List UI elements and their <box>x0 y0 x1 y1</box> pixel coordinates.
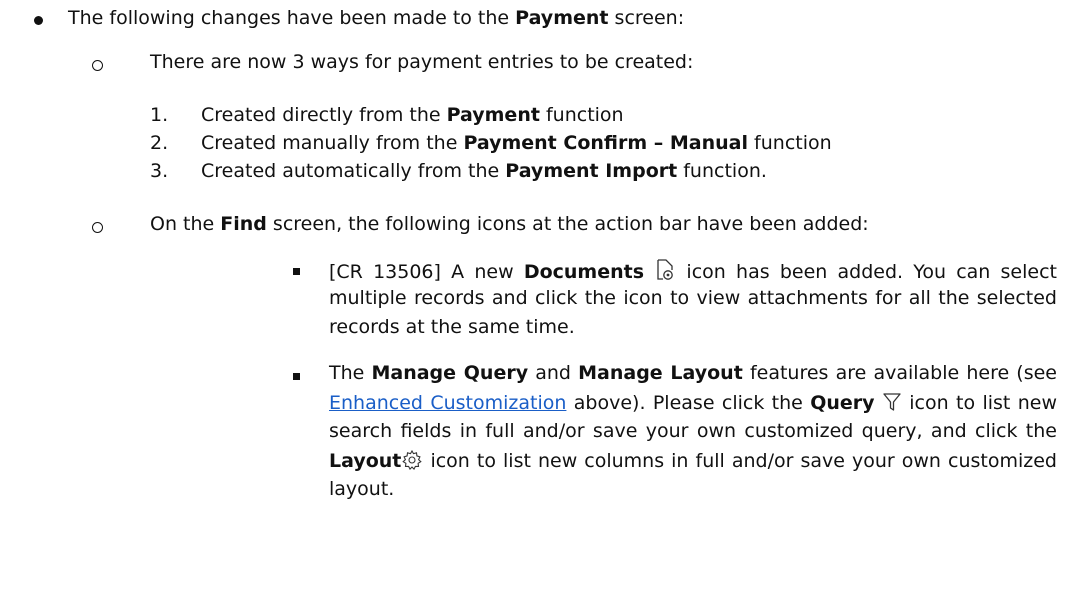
layout-bold: Layout <box>329 450 402 472</box>
list-item-number: 2. <box>150 132 169 154</box>
bullet-dot <box>34 16 43 25</box>
find-text-end: screen, the following icons at the actio… <box>266 213 869 235</box>
documents-line-1: [CR 13506] A new Documents icon has been… <box>329 258 1057 287</box>
manage-text: icon to list new <box>901 392 1058 414</box>
manage-line-2: Enhanced Customization above). Please cl… <box>329 391 1057 418</box>
intro-line: The following changes have been made to … <box>68 7 684 29</box>
manage-line-1: The Manage Query and Manage Layout featu… <box>329 362 1057 384</box>
query-bold: Query <box>810 392 875 414</box>
manage-bold: Manage Query <box>371 362 529 384</box>
list-item: Created directly from the Payment functi… <box>201 104 624 126</box>
list-item-bold: Payment <box>446 104 540 126</box>
list-item-text: Created automatically from the <box>201 160 506 182</box>
list-item: Created automatically from the Payment I… <box>201 160 767 182</box>
documents-line-2: multiple records and click the icon to v… <box>329 287 1057 309</box>
documents-line-3: records at the same time. <box>329 316 575 338</box>
intro-text-end: screen: <box>608 7 685 29</box>
manage-line-3: search fields in full and/or save your o… <box>329 420 1057 442</box>
documents-text: [CR 13506] A new <box>329 261 524 283</box>
list-item-number: 1. <box>150 104 169 126</box>
find-text: On the <box>150 213 221 235</box>
list-item-text-end: function. <box>677 160 767 182</box>
manage-text: and <box>528 362 579 384</box>
list-item-bold: Payment Import <box>505 160 678 182</box>
manage-text: The <box>329 362 372 384</box>
list-item: Created manually from the Payment Confir… <box>201 132 832 154</box>
documents-bold: Documents <box>523 261 645 283</box>
list-item-text: Created directly from the <box>201 104 447 126</box>
filter-icon <box>882 391 902 418</box>
square-bullet <box>293 268 300 275</box>
manage-text: icon to list new columns in full and/or … <box>423 450 1057 472</box>
manage-line-4: Layout icon to list new columns in full … <box>329 449 1057 476</box>
circle-bullet <box>92 222 103 233</box>
documents-text-end: icon has been added. You can select <box>676 261 1057 283</box>
ways-heading: There are now 3 ways for payment entries… <box>150 51 694 73</box>
enhanced-customization-link[interactable]: Enhanced Customization <box>329 392 566 414</box>
manage-line-5: layout. <box>329 478 395 500</box>
list-item-text: Created manually from the <box>201 132 464 154</box>
manage-text: features are available here (see <box>742 362 1057 384</box>
manage-text: above). Please click the <box>566 392 811 414</box>
square-bullet <box>293 373 300 380</box>
list-item-number: 3. <box>150 160 169 182</box>
manage-bold: Manage Layout <box>578 362 743 384</box>
documents-icon <box>654 258 676 287</box>
list-item-text-end: function <box>748 132 832 154</box>
find-line: On the Find screen, the following icons … <box>150 213 869 235</box>
list-item-text-end: function <box>539 104 624 126</box>
intro-bold: Payment <box>515 7 609 29</box>
list-item-bold: Payment Confirm – Manual <box>463 132 749 154</box>
find-bold: Find <box>220 213 267 235</box>
circle-bullet <box>92 60 103 71</box>
intro-text: The following changes have been made to … <box>68 7 516 29</box>
gear-icon <box>401 449 423 476</box>
